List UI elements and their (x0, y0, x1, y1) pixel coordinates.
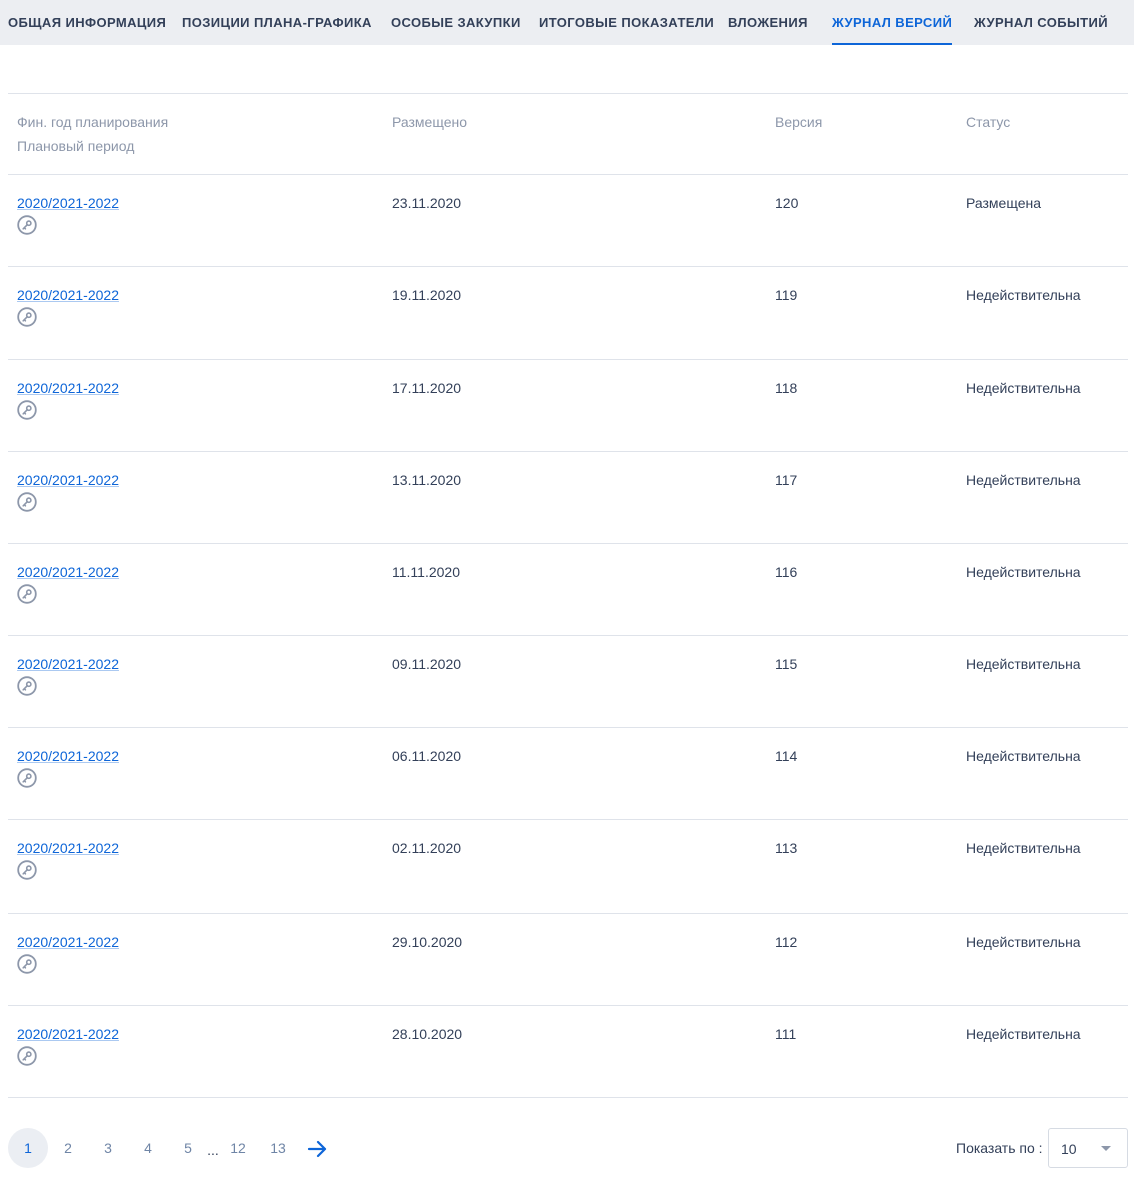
placed-date: 19.11.2020 (392, 287, 462, 303)
status-text: Недействительна (966, 840, 1081, 856)
page-1-button[interactable]: 1 (8, 1128, 48, 1168)
tab-general-info[interactable]: ОБЩАЯ ИНФОРМАЦИЯ (8, 0, 166, 45)
status-text: Недействительна (966, 934, 1081, 950)
arrow-right-icon[interactable] (305, 1137, 331, 1161)
header-planning-period: Плановый период (17, 138, 135, 154)
placed-date: 11.11.2020 (392, 564, 460, 580)
header-placed: Размещено (392, 114, 467, 130)
status-text: Недействительна (966, 287, 1081, 303)
page-size-select[interactable]: 10 (1048, 1128, 1128, 1168)
status-text: Недействительна (966, 656, 1081, 672)
period-link[interactable]: 2020/2021-2022 (17, 1024, 119, 1044)
version-number: 113 (775, 840, 798, 856)
signature-key-icon[interactable] (17, 1046, 37, 1066)
signature-key-icon[interactable] (17, 307, 37, 327)
version-number: 118 (775, 380, 798, 396)
tab-bar: ОБЩАЯ ИНФОРМАЦИЯ ПОЗИЦИИ ПЛАНА-ГРАФИКА О… (0, 0, 1134, 45)
table-row: 2020/2021-2022 13.11.2020 117 Недействитель… (8, 451, 1128, 544)
page-3-button[interactable]: 3 (88, 1128, 128, 1168)
status-text: Недействительна (966, 472, 1081, 488)
version-number: 119 (775, 287, 798, 303)
placed-date: 02.11.2020 (392, 840, 462, 856)
version-number: 120 (775, 195, 799, 211)
period-link[interactable]: 2020/2021-2022 (17, 746, 119, 766)
signature-key-icon[interactable] (17, 676, 37, 696)
placed-date: 13.11.2020 (392, 472, 462, 488)
tab-totals[interactable]: ИТОГОВЫЕ ПОКАЗАТЕЛИ (539, 0, 714, 45)
period-link[interactable]: 2020/2021-2022 (17, 654, 119, 674)
page-4-button[interactable]: 4 (128, 1128, 168, 1168)
signature-key-icon[interactable] (17, 215, 37, 235)
page-2-button[interactable]: 2 (48, 1128, 88, 1168)
page-size-value: 10 (1061, 1141, 1077, 1157)
table-row: 2020/2021-2022 02.11.2020 113 Недействитель… (8, 819, 1128, 914)
tab-special-purchases[interactable]: ОСОБЫЕ ЗАКУПКИ (391, 0, 521, 45)
period-link[interactable]: 2020/2021-2022 (17, 378, 119, 398)
status-text: Недействительна (966, 1026, 1081, 1042)
signature-key-icon[interactable] (17, 768, 37, 788)
tab-event-log[interactable]: ЖУРНАЛ СОБЫТИЙ (974, 0, 1108, 45)
version-number: 115 (775, 656, 798, 672)
page-size-label: Показать по : (956, 1140, 1043, 1156)
tab-attachments[interactable]: ВЛОЖЕНИЯ (728, 0, 808, 45)
placed-date: 23.11.2020 (392, 195, 462, 211)
caret-down-icon (1101, 1146, 1111, 1151)
table-row: 2020/2021-2022 23.11.2020 120 Размещена (8, 174, 1128, 267)
version-number: 111 (775, 1026, 797, 1042)
table-row: 2020/2021-2022 17.11.2020 118 Недействитель… (8, 359, 1128, 452)
version-number: 116 (775, 564, 798, 580)
signature-key-icon[interactable] (17, 584, 37, 604)
period-link[interactable]: 2020/2021-2022 (17, 285, 119, 305)
placed-date: 28.10.2020 (392, 1026, 463, 1042)
version-number: 117 (775, 472, 798, 488)
status-text: Размещена (966, 195, 1041, 211)
row-divider (8, 1097, 1128, 1098)
header-version: Версия (775, 114, 823, 130)
status-text: Недействительна (966, 380, 1081, 396)
period-link[interactable]: 2020/2021-2022 (17, 193, 119, 213)
table-top-divider (8, 93, 1128, 94)
page-5-button[interactable]: 5 (168, 1128, 208, 1168)
placed-date: 29.10.2020 (392, 934, 463, 950)
signature-key-icon[interactable] (17, 400, 37, 420)
signature-key-icon[interactable] (17, 492, 37, 512)
tab-plan-positions[interactable]: ПОЗИЦИИ ПЛАНА-ГРАФИКА (182, 0, 372, 45)
version-number: 112 (775, 934, 798, 950)
period-link[interactable]: 2020/2021-2022 (17, 562, 119, 582)
period-link[interactable]: 2020/2021-2022 (17, 838, 119, 858)
page-13-button[interactable]: 13 (258, 1128, 298, 1168)
period-link[interactable]: 2020/2021-2022 (17, 470, 119, 490)
table-row: 2020/2021-2022 19.11.2020 119 Недействитель… (8, 266, 1128, 360)
header-status: Статус (966, 114, 1011, 130)
signature-key-icon[interactable] (17, 954, 37, 974)
table-row: 2020/2021-2022 06.11.2020 114 Недействитель… (8, 727, 1128, 820)
table-row: 2020/2021-2022 09.11.2020 115 Недействитель… (8, 635, 1128, 728)
table-row: 2020/2021-2022 29.10.2020 112 Недействитель… (8, 913, 1128, 1006)
placed-date: 17.11.2020 (392, 380, 462, 396)
version-number: 114 (775, 748, 798, 764)
table-row: 2020/2021-2022 11.11.2020 116 Недействитель… (8, 543, 1128, 636)
signature-key-icon[interactable] (17, 860, 37, 880)
page-12-button[interactable]: 12 (218, 1128, 258, 1168)
tab-version-log[interactable]: ЖУРНАЛ ВЕРСИЙ (832, 0, 953, 45)
placed-date: 06.11.2020 (392, 748, 462, 764)
status-text: Недействительна (966, 564, 1081, 580)
table-row: 2020/2021-2022 28.10.2020 111 Недействитель… (8, 1005, 1128, 1098)
placed-date: 09.11.2020 (392, 656, 462, 672)
status-text: Недействительна (966, 748, 1081, 764)
period-link[interactable]: 2020/2021-2022 (17, 932, 119, 952)
header-fin-year: Фин. год планирования (17, 114, 169, 130)
